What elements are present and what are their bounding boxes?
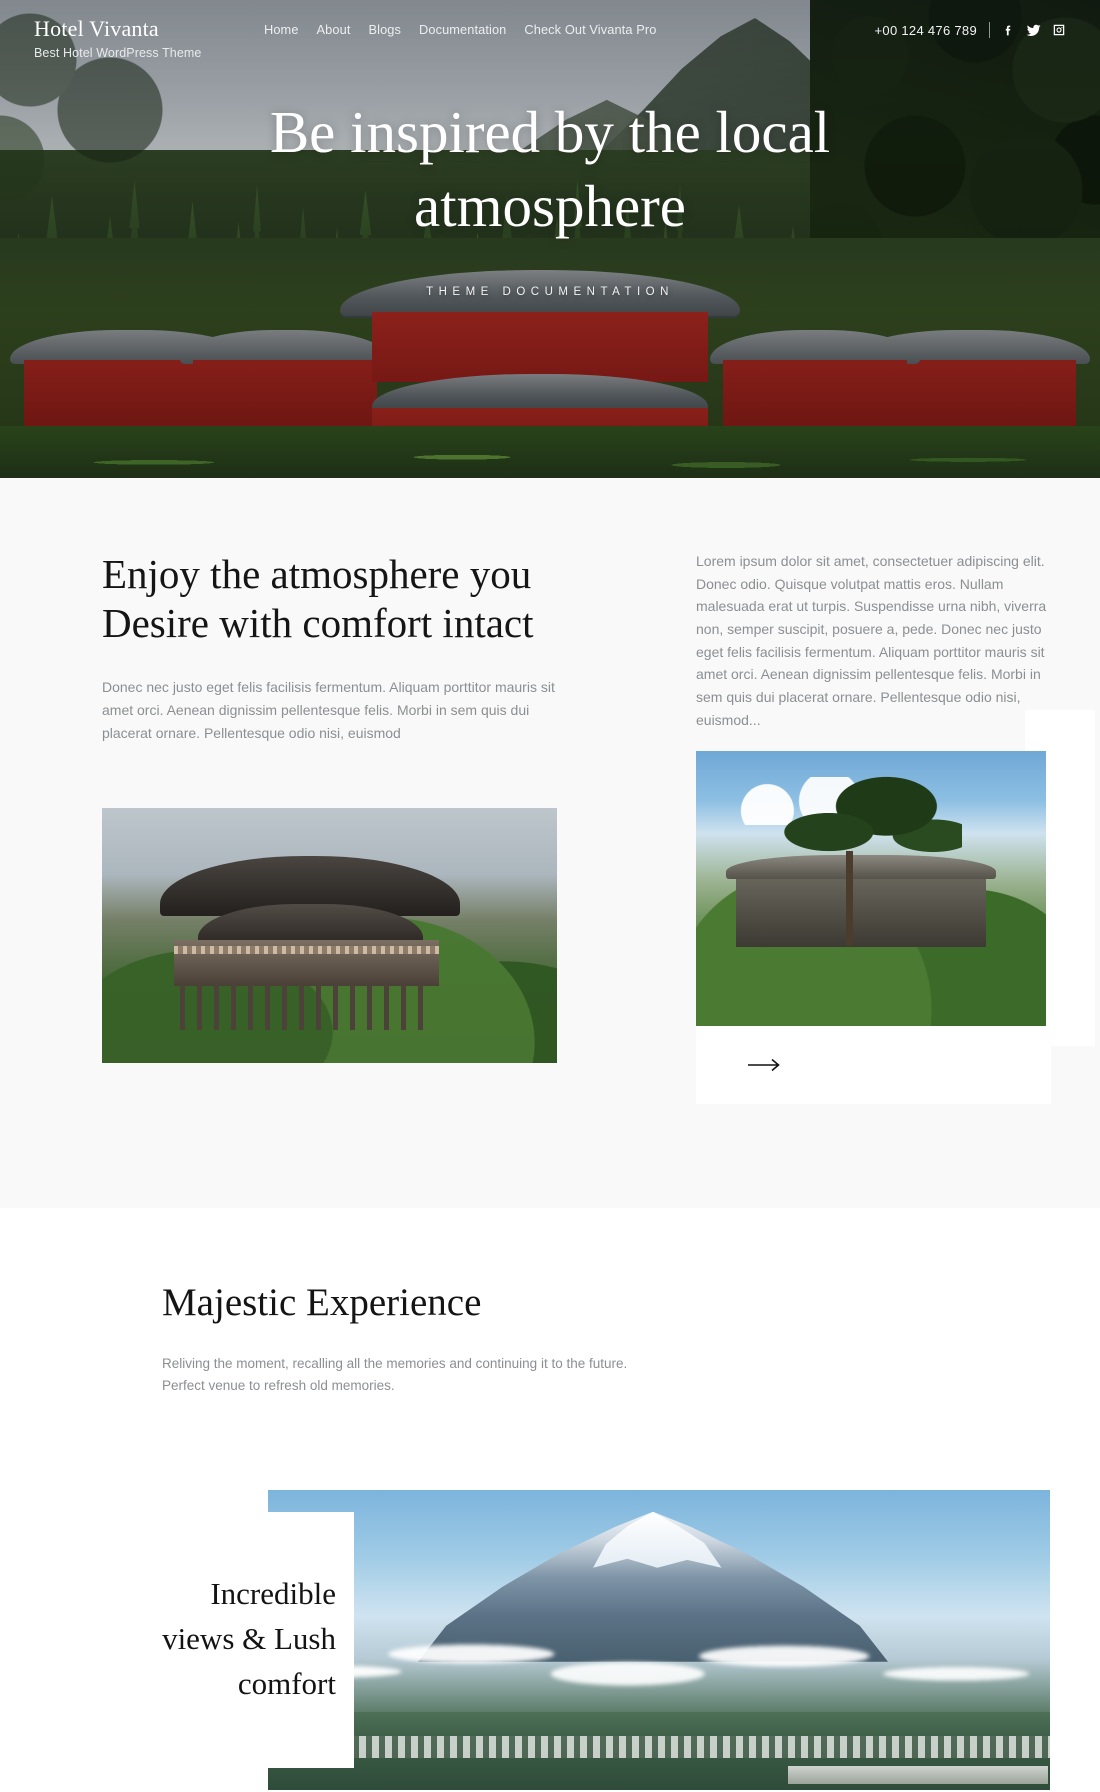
hero-title: Be inspired by the local atmosphere [269,99,831,239]
nav-item-about[interactable]: About [317,22,351,37]
enjoy-right-column: Lorem ipsum dolor sit amet, consectetuer… [610,550,1055,1105]
majestic-experience-section: Majestic Experience Reliving the moment,… [0,1208,1100,1790]
majestic-heading: Majestic Experience [162,1281,482,1325]
nav-item-home[interactable]: Home [264,22,299,37]
main-navigation: Home About Blogs Documentation Check Out… [264,16,875,37]
enjoy-atmosphere-section: Enjoy the atmosphere you Desire with com… [0,478,1100,1209]
header-contact-area: +00 124 476 789 [875,16,1066,38]
header-divider [989,22,990,38]
enjoy-content-wrapper: Enjoy the atmosphere you Desire with com… [45,550,1095,1105]
nav-item-check-out-vivanta-pro[interactable]: Check Out Vivanta Pro [524,22,656,37]
brand-subtitle: Best Hotel WordPress Theme [34,46,202,61]
hero-subtitle: THEME DOCUMENTATION [426,285,674,298]
hero-copy: Be inspired by the local atmosphere THEM… [0,96,1100,298]
arrow-right-icon [748,1059,780,1072]
brand-logo[interactable]: Hotel Vivanta Best Hotel WordPress Theme [34,16,264,60]
enjoy-right-paragraph: Lorem ipsum dolor sit amet, consectetuer… [696,553,1047,728]
enjoy-grid: Enjoy the atmosphere you Desire with com… [45,550,1055,1105]
brand-title: Hotel Vivanta [34,16,159,41]
enjoy-left-column: Enjoy the atmosphere you Desire with com… [45,550,610,1104]
instagram-icon[interactable] [1052,23,1066,37]
enjoy-left-paragraph: Donec nec justo eget felis facilisis fer… [102,679,555,741]
kiyomizu-temple-photo [102,808,557,1064]
mount-fuji-photo [268,1489,1050,1790]
majestic-paragraph: Reliving the moment, recalling all the m… [162,1356,628,1394]
twitter-icon[interactable] [1026,23,1041,38]
nav-item-blogs[interactable]: Blogs [369,22,402,37]
majestic-text-wrapper: Majestic Experience Reliving the moment,… [100,1280,1000,1397]
social-links [1002,23,1066,38]
facebook-icon[interactable] [1002,24,1015,37]
japanese-garden-photo [696,751,1046,1027]
header-phone-number[interactable]: +00 124 476 789 [875,23,977,38]
hero-section: Hotel Vivanta Best Hotel WordPress Theme… [0,0,1100,478]
enjoy-heading: Enjoy the atmosphere you Desire with com… [102,551,534,647]
majestic-card-text: Incredible views & Lush comfort [162,1576,336,1702]
majestic-overlay-card: Incredible views & Lush comfort [120,1511,354,1768]
majestic-media-area: Incredible views & Lush comfort [0,1489,1100,1790]
nav-item-documentation[interactable]: Documentation [419,22,506,37]
site-header: Hotel Vivanta Best Hotel WordPress Theme… [0,0,1100,70]
